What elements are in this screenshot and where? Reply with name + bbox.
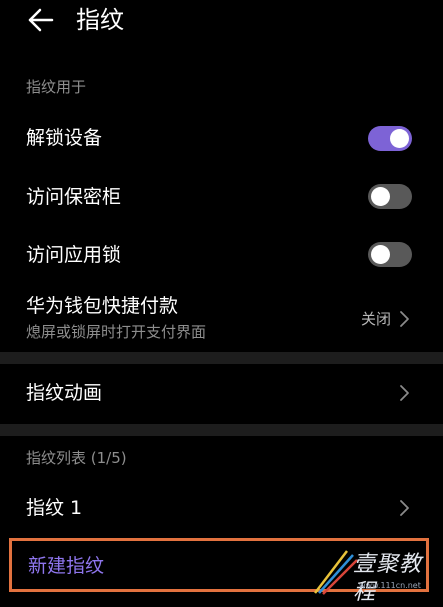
setting-unlock-device[interactable]: 解锁设备 [0, 112, 443, 164]
wallet-status-value: 关闭 [360, 310, 391, 328]
setting-wallet-quick-pay[interactable]: 华为钱包快捷付款 熄屏或锁屏时打开支付界面 关闭 [0, 290, 443, 348]
page-title: 指纹 [76, 6, 124, 34]
setting-access-app-lock[interactable]: 访问应用锁 [0, 229, 443, 281]
chevron-right-icon [398, 498, 412, 518]
animation-label: 指纹动画 [26, 382, 103, 404]
watermark-text: 壹聚教程 [353, 552, 423, 605]
setting-label: 解锁设备 [26, 127, 103, 149]
top-bar: 指纹 [0, 0, 443, 60]
section-label-usage: 指纹用于 [26, 78, 87, 96]
toggle-knob [390, 129, 409, 148]
unlock-device-toggle[interactable] [368, 126, 412, 151]
setting-label: 访问应用锁 [26, 244, 122, 266]
wallet-label: 华为钱包快捷付款 [26, 295, 179, 317]
chevron-right-icon [398, 309, 412, 329]
setting-label: 访问保密柜 [26, 186, 122, 208]
access-safe-toggle[interactable] [368, 184, 412, 209]
section-divider [0, 424, 443, 436]
setting-fingerprint-animation[interactable]: 指纹动画 [0, 366, 443, 420]
setting-access-safe[interactable]: 访问保密柜 [0, 170, 443, 222]
watermark-url: www.111cn.net [359, 581, 421, 590]
section-divider [0, 352, 443, 364]
toggle-knob [371, 187, 390, 206]
app-lock-toggle[interactable] [368, 242, 412, 267]
back-button[interactable] [24, 4, 60, 40]
new-fingerprint-label: 新建指纹 [28, 555, 105, 577]
section-label-fingerprint-list: 指纹列表 (1/5) [26, 449, 127, 467]
watermark-logo: 壹聚教程 www.111cn.net [311, 545, 431, 605]
chevron-right-icon [398, 383, 412, 403]
fingerprint-item-label: 指纹 1 [26, 497, 83, 519]
back-arrow-icon [28, 8, 54, 32]
toggle-knob [371, 245, 390, 264]
fingerprint-list-item[interactable]: 指纹 1 [0, 482, 443, 534]
wallet-sublabel: 熄屏或锁屏时打开支付界面 [26, 323, 207, 341]
